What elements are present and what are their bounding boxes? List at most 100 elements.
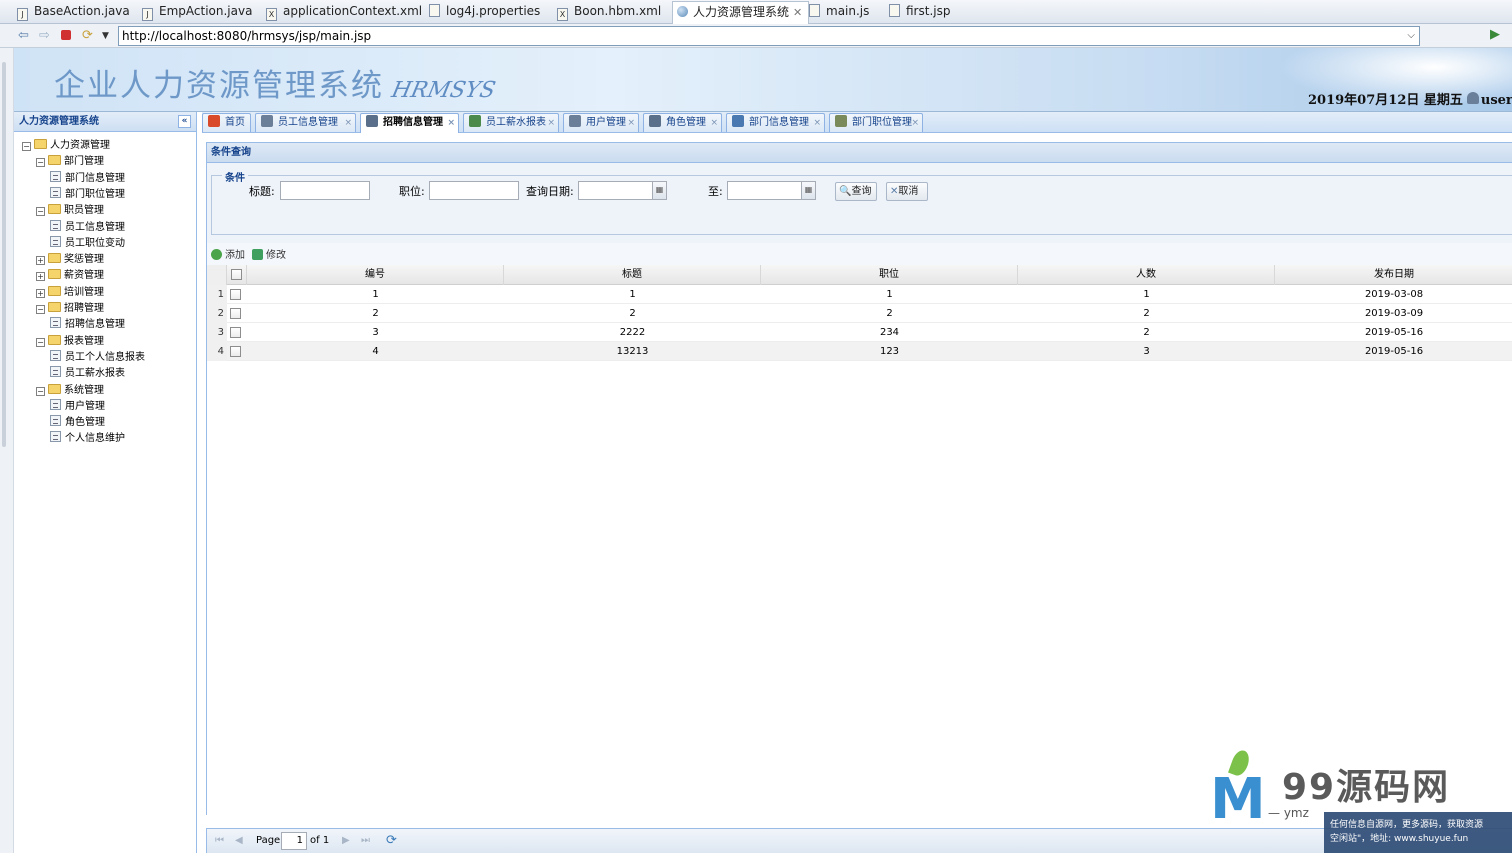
tree-leaf[interactable]: 个人信息维护 — [50, 431, 125, 447]
tree-leaf[interactable]: 部门职位管理 — [50, 186, 125, 203]
collapse-toggle-icon[interactable]: − — [36, 207, 45, 217]
column-header[interactable]: 标题 — [504, 265, 761, 285]
go-icon[interactable]: ▶ — [1490, 27, 1500, 42]
tree-leaf[interactable]: 员工薪水报表 — [50, 366, 125, 382]
close-icon[interactable]: × — [710, 114, 718, 132]
column-header[interactable]: 人数 — [1018, 265, 1275, 285]
editor-tab[interactable]: log4j.properties — [429, 2, 540, 22]
main-tab[interactable]: 员工信息管理 × — [255, 113, 356, 132]
tree-leaf[interactable]: 角色管理 — [50, 415, 105, 431]
page-icon — [50, 186, 61, 198]
expand-toggle-icon[interactable]: + — [36, 256, 45, 266]
close-icon[interactable]: × — [911, 114, 919, 132]
main-tab[interactable]: 用户管理 × — [563, 113, 639, 132]
title-input[interactable] — [280, 181, 370, 200]
position-input[interactable] — [429, 181, 519, 200]
expand-toggle-icon[interactable]: + — [36, 272, 45, 282]
editor-tab[interactable]: J BaseAction.java — [17, 2, 130, 22]
refresh-icon[interactable]: ⟳ — [386, 829, 397, 853]
table-row[interactable]: 4 4 13213 123 3 2019-05-16 — [207, 342, 1512, 361]
tree-item-label: 职员管理 — [64, 205, 104, 217]
row-checkbox[interactable] — [230, 308, 241, 319]
table-row[interactable]: 3 3 2222 234 2 2019-05-16 — [207, 323, 1512, 342]
expand-toggle-icon[interactable]: + — [36, 288, 45, 298]
tree-item-label: 个人信息维护 — [65, 433, 125, 445]
editor-tab[interactable]: main.js — [809, 2, 869, 22]
main-tab[interactable]: 部门信息管理 × — [726, 113, 825, 132]
first-page-icon[interactable]: ⏮ — [215, 829, 224, 853]
collapse-toggle-icon[interactable]: − — [36, 337, 45, 347]
collapse-icon[interactable]: « — [178, 115, 191, 128]
sidebar-header: 人力资源管理系统 « — [14, 112, 196, 132]
table-row[interactable]: 1 1 1 1 1 2019-03-08 — [207, 285, 1512, 304]
forward-icon[interactable]: ⇨ — [39, 27, 50, 45]
tree-folder[interactable]: + 薪资管理 — [36, 268, 104, 284]
scrollbar-thumb[interactable] — [2, 62, 6, 447]
collapse-toggle-icon[interactable]: − — [36, 158, 45, 168]
last-page-icon[interactable]: ⏭ — [361, 829, 370, 853]
tree-folder[interactable]: − 人力资源管理 — [22, 138, 110, 154]
row-checkbox[interactable] — [230, 346, 241, 357]
collapse-toggle-icon[interactable]: − — [36, 305, 45, 314]
tree-folder[interactable]: − 部门管理 — [36, 154, 104, 170]
page-number-input[interactable]: 1 — [281, 832, 307, 850]
collapse-toggle-icon[interactable]: − — [22, 142, 31, 151]
close-icon[interactable]: × — [447, 114, 455, 132]
main-tab[interactable]: 员工薪水报表 × — [463, 113, 559, 132]
prev-page-icon[interactable]: ◀ — [235, 829, 243, 853]
select-all-checkbox[interactable] — [231, 269, 242, 280]
editor-tab[interactable]: X Boon.hbm.xml — [557, 2, 661, 22]
collapse-toggle-icon[interactable]: − — [36, 386, 45, 396]
search-button[interactable]: 🔍查询 — [835, 182, 877, 201]
end-date-input[interactable]: ▦ — [727, 181, 816, 200]
tree-folder[interactable]: − 报表管理 — [36, 334, 104, 350]
tree-item-label: 招聘管理 — [64, 303, 104, 314]
back-icon[interactable]: ⇦ — [18, 27, 29, 45]
tree-leaf[interactable]: 员工信息管理 — [50, 219, 125, 236]
table-cell: 2019-05-16 — [1364, 327, 1424, 338]
tree-folder[interactable]: − 职员管理 — [36, 203, 104, 219]
tree-leaf[interactable]: 员工个人信息报表 — [50, 349, 145, 366]
chevron-down-icon[interactable]: ⌵ — [1407, 27, 1415, 45]
tree-leaf[interactable]: 用户管理 — [50, 398, 105, 415]
tree-folder[interactable]: + 奖惩管理 — [36, 252, 104, 268]
tree-leaf[interactable]: 员工职位变动 — [50, 235, 125, 252]
page-icon — [50, 235, 61, 247]
column-header[interactable]: 编号 — [247, 265, 504, 285]
chevron-down-icon[interactable]: ▼ — [102, 27, 109, 45]
url-input[interactable]: http://localhost:8080/hrmsys/jsp/main.js… — [118, 26, 1420, 46]
table-cell: 4 — [372, 346, 379, 357]
tree-leaf[interactable]: 招聘信息管理 — [50, 317, 125, 333]
start-date-input[interactable]: ▦ — [578, 181, 667, 200]
close-icon[interactable]: × — [547, 114, 555, 132]
editor-tab[interactable]: J EmpAction.java — [142, 2, 252, 22]
tree-folder[interactable]: + 培训管理 — [36, 285, 104, 301]
main-tab[interactable]: 角色管理 × — [643, 113, 722, 132]
table-row[interactable]: 2 2 2 2 2 2019-03-09 — [207, 304, 1512, 323]
edit-button[interactable]: 修改 — [252, 246, 286, 261]
editor-tab-active[interactable]: 人力资源管理系统 ✕ — [672, 1, 810, 24]
next-page-icon[interactable]: ▶ — [342, 829, 350, 853]
refresh-icon[interactable]: ⟳ — [82, 27, 93, 45]
close-icon[interactable]: ✕ — [793, 6, 802, 19]
calendar-icon[interactable]: ▦ — [652, 182, 666, 199]
close-icon[interactable]: × — [344, 114, 352, 132]
cancel-button[interactable]: ✕取消 — [886, 182, 928, 201]
editor-tab[interactable]: XapplicationContext.xml — [266, 2, 422, 22]
editor-tab[interactable]: first.jsp — [889, 2, 950, 22]
column-header[interactable]: 职位 — [761, 265, 1018, 285]
tree-folder[interactable]: − 招聘管理 — [36, 301, 104, 317]
main-tab[interactable]: 部门职位管理 × — [829, 113, 923, 132]
main-tab[interactable]: 招聘信息管理 × — [360, 113, 459, 133]
add-button[interactable]: 添加 — [211, 246, 245, 261]
row-checkbox[interactable] — [230, 289, 241, 300]
stop-icon[interactable] — [61, 30, 71, 40]
row-checkbox[interactable] — [230, 327, 241, 338]
main-tab[interactable]: 首页 — [202, 113, 251, 132]
close-icon[interactable]: × — [813, 114, 821, 132]
calendar-icon[interactable]: ▦ — [801, 182, 815, 199]
tree-leaf[interactable]: 部门信息管理 — [50, 170, 125, 187]
tree-folder[interactable]: − 系统管理 — [36, 383, 104, 399]
close-icon[interactable]: × — [627, 114, 635, 132]
column-header[interactable]: 发布日期 — [1275, 265, 1512, 285]
